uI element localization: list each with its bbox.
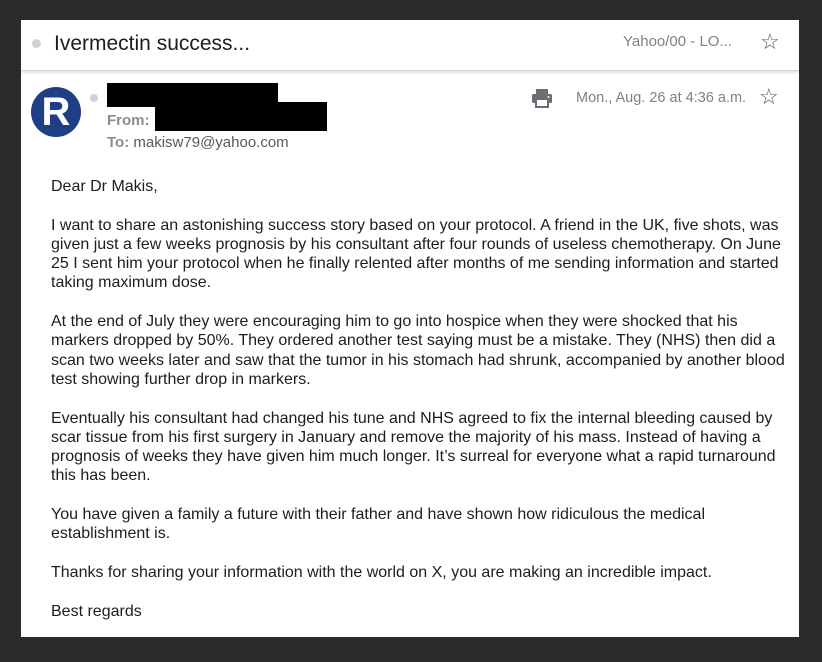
avatar-letter: R	[41, 90, 71, 134]
star-icon[interactable]: ☆	[760, 31, 780, 53]
sign-off: Best regards	[51, 602, 142, 620]
email-body: Dear Dr Makis, I want to share an astoni…	[51, 177, 786, 637]
body-paragraph: You have given a family a future with th…	[51, 506, 706, 543]
email-date: Mon., Aug. 26 at 4:36 a.m.	[576, 90, 747, 106]
body-paragraph: At the end of July they were encouraging…	[51, 313, 785, 388]
star-icon[interactable]: ☆	[759, 86, 779, 108]
email-subject: Ivermectin success...	[54, 32, 251, 55]
printer-icon[interactable]	[531, 88, 553, 108]
unread-dot[interactable]	[90, 94, 98, 102]
to-label: To:	[107, 134, 130, 151]
from-label: From:	[107, 112, 150, 129]
redaction-bar	[155, 102, 327, 131]
subject-bar: Ivermectin success... Yahoo/00 - LO... ☆	[21, 20, 799, 71]
email-window: Ivermectin success... Yahoo/00 - LO... ☆…	[21, 20, 799, 637]
to-address[interactable]: makisw79@yahoo.com	[133, 134, 288, 151]
to-row: To: makisw79@yahoo.com	[107, 134, 289, 151]
avatar: R	[31, 87, 81, 137]
body-paragraph: Thanks for sharing your information with…	[51, 563, 712, 581]
unread-dot[interactable]	[32, 39, 41, 48]
body-paragraph: Eventually his consultant had changed hi…	[51, 409, 776, 485]
folder-label[interactable]: Yahoo/00 - LO...	[623, 33, 732, 50]
greeting: Dear Dr Makis,	[51, 178, 158, 195]
body-paragraph: I want to share an astonishing success s…	[51, 216, 781, 292]
